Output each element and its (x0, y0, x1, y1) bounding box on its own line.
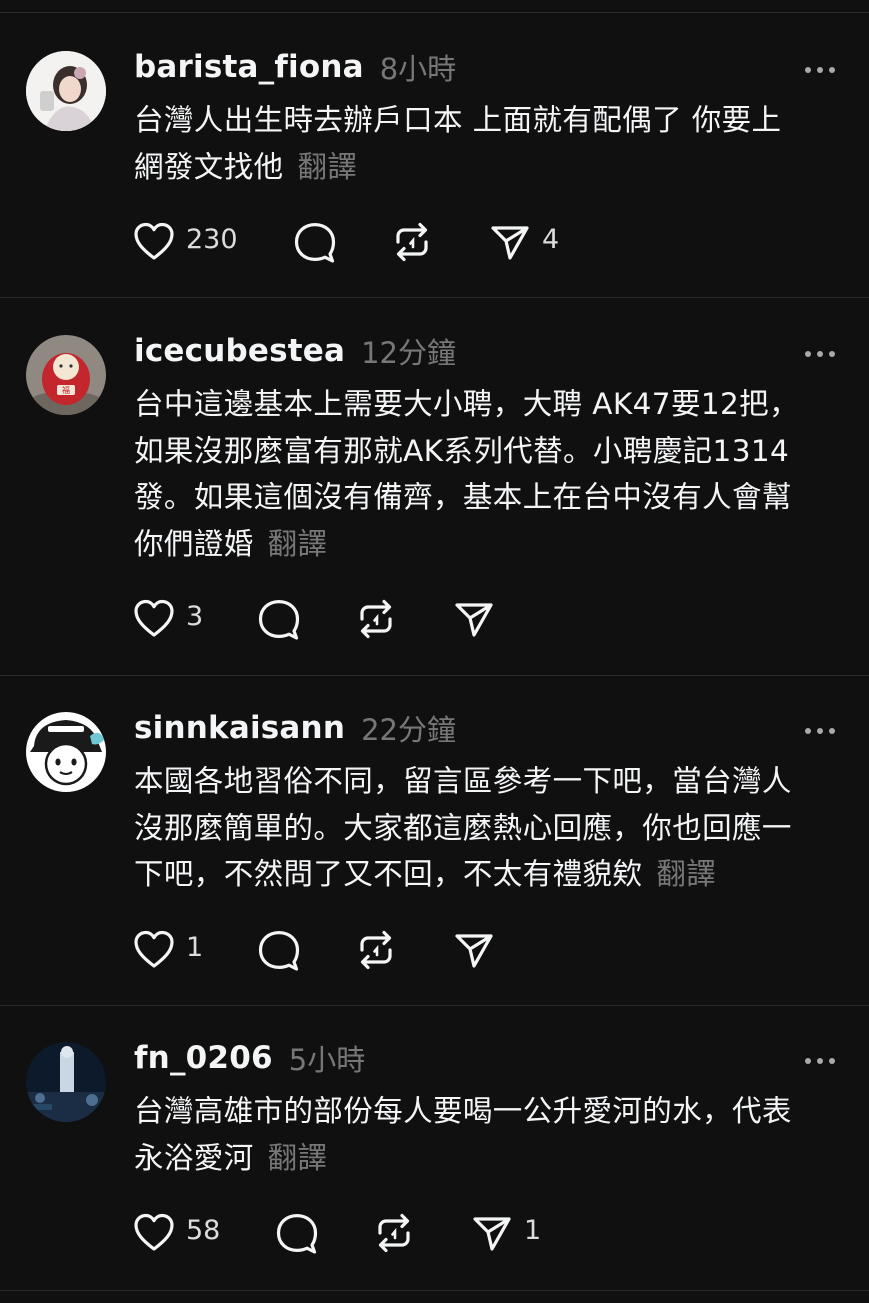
post-line: 本國各地習俗不同，留言區參考一下吧，當台灣人 (134, 764, 792, 798)
translate-link[interactable]: 翻譯 (656, 857, 716, 891)
username[interactable]: barista_fiona (134, 49, 364, 85)
share-button[interactable]: 4 (488, 218, 559, 266)
reply-post: 福 icecubestea 12分鐘 台中這邊基本上需要大小聘，大聘 AK47要… (0, 298, 869, 676)
more-dots-icon[interactable] (804, 722, 836, 734)
post-line: 如果沒那麼富有那就AK系列代替。小聘慶記1314 (134, 433, 790, 468)
comment-bubble-icon (294, 223, 336, 263)
share-button[interactable]: 1 (470, 1209, 541, 1257)
like-button[interactable]: 58 (132, 1209, 220, 1257)
share-count: 4 (542, 223, 560, 255)
post-body: 台灣高雄市的部份每人要喝一公升愛河的水，代表 永浴愛河 翻譯 (134, 1088, 834, 1181)
post-line: 下吧，不然問了又不回，不太有禮貌欸 (134, 857, 643, 891)
heart-icon (134, 222, 174, 260)
repost-icon (360, 599, 392, 639)
share-button[interactable] (452, 595, 496, 643)
repost-button[interactable] (354, 926, 398, 974)
username[interactable]: fn_0206 (134, 1040, 273, 1076)
post-line: 台中這邊基本上需要大小聘，大聘 AK47要12把， (134, 387, 799, 421)
post-line: 沒那麼簡單的。大家都這麼熱心回應，你也回應一 (134, 810, 792, 845)
post-header: icecubestea 12分鐘 (134, 329, 456, 373)
share-count: 1 (524, 1214, 542, 1246)
avatar[interactable]: 福 (26, 335, 106, 415)
like-button[interactable]: 230 (132, 218, 238, 266)
translate-link[interactable]: 翻譯 (298, 150, 358, 184)
share-button[interactable] (452, 926, 496, 974)
more-dots-icon[interactable] (804, 61, 836, 73)
post-line: 台灣高雄市的部份每人要喝一公升愛河的水，代表 (134, 1094, 792, 1128)
heart-icon (134, 599, 174, 637)
like-count: 1 (186, 931, 204, 963)
like-count: 58 (186, 1214, 221, 1246)
translate-link[interactable]: 翻譯 (268, 1141, 328, 1175)
post-body: 本國各地習俗不同，留言區參考一下吧，當台灣人 沒那麼簡單的。大家都這麼熱心回應，… (134, 758, 834, 898)
timestamp: 8小時 (379, 52, 457, 86)
reply-post: sinnkaisann 22分鐘 本國各地習俗不同，留言區參考一下吧，當台灣人 … (0, 676, 869, 1006)
more-dots-icon[interactable] (804, 1052, 836, 1064)
more-dots-icon[interactable] (804, 345, 836, 357)
avatar[interactable] (26, 51, 106, 131)
avatar[interactable] (26, 712, 106, 792)
like-count: 230 (186, 223, 238, 255)
post-line: 台灣人出生時去辦戶口本 上面就有配偶了 你要上 (134, 103, 782, 137)
timestamp: 22分鐘 (361, 713, 456, 747)
post-line: 你們證婚 (134, 526, 254, 561)
avatar[interactable] (26, 1042, 106, 1122)
reply-button[interactable] (256, 926, 302, 974)
post-body: 台灣人出生時去辦戶口本 上面就有配偶了 你要上 網發文找他 翻譯 (134, 97, 834, 190)
reply-post: fn_0206 5小時 台灣高雄市的部份每人要喝一公升愛河的水，代表 永浴愛河翻… (0, 1006, 869, 1291)
post-header: sinnkaisann 22分鐘 (134, 706, 456, 750)
repost-button[interactable] (354, 595, 398, 643)
reply-post: barista_fiona 8小時 台灣人出生時去辦戶口本 上面就有配偶了 你要… (0, 0, 869, 298)
repost-icon (378, 1213, 410, 1253)
repost-button[interactable] (372, 1209, 416, 1257)
post-header: barista_fiona 8小時 (134, 45, 456, 89)
comment-bubble-icon (258, 600, 300, 640)
reply-button[interactable] (292, 218, 338, 266)
repost-icon (360, 930, 392, 970)
comment-bubble-icon (258, 931, 300, 971)
post-body: 台中這邊基本上需要大小聘，大聘 AK47要12把， 如果沒那麼富有那就AK系列代… (134, 381, 834, 567)
comment-bubble-icon (276, 1214, 318, 1254)
timestamp: 5小時 (288, 1043, 366, 1077)
send-icon (455, 934, 493, 968)
post-header: fn_0206 5小時 (134, 1036, 365, 1080)
send-icon (491, 226, 529, 260)
heart-icon (134, 930, 174, 968)
like-button[interactable]: 3 (132, 595, 203, 643)
post-line: 永浴愛河 (134, 1140, 254, 1175)
post-divider (0, 1290, 869, 1291)
repost-icon (396, 222, 428, 262)
reply-button[interactable] (256, 595, 302, 643)
reply-button[interactable] (274, 1209, 320, 1257)
username[interactable]: icecubestea (134, 333, 345, 369)
send-icon (473, 1217, 511, 1251)
repost-button[interactable] (390, 218, 434, 266)
timestamp: 12分鐘 (361, 336, 457, 370)
send-icon (455, 603, 493, 637)
svg-text:福: 福 (62, 386, 70, 395)
like-button[interactable]: 1 (132, 926, 203, 974)
post-line: 發。如果這個沒有備齊，基本上在台中沒有人會幫 (134, 480, 792, 514)
like-count: 3 (186, 600, 204, 632)
heart-icon (134, 1213, 174, 1251)
translate-link[interactable]: 翻譯 (268, 527, 328, 561)
username[interactable]: sinnkaisann (134, 710, 345, 746)
post-line: 網發文找他 (134, 149, 284, 184)
